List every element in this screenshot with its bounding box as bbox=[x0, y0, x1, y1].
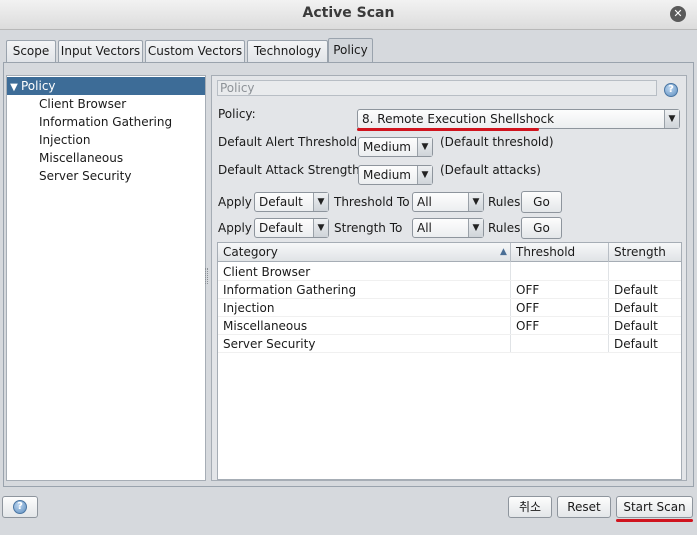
chevron-down-icon: ▼ bbox=[313, 219, 328, 237]
attack-strength-select[interactable]: Medium ▼ bbox=[358, 165, 433, 185]
go-strength-button[interactable]: Go bbox=[521, 217, 562, 239]
tree-item-client-browser[interactable]: Client Browser bbox=[7, 95, 205, 113]
rules-label: Rules bbox=[488, 195, 521, 209]
sort-ascending-icon: ▲ bbox=[500, 247, 507, 257]
title-bar: Active Scan ✕ bbox=[0, 0, 697, 30]
tree-item-label: Policy bbox=[21, 79, 56, 93]
chevron-down-icon: ▼ bbox=[417, 166, 432, 184]
alert-threshold-value: Medium bbox=[363, 140, 411, 154]
tab-scope[interactable]: Scope bbox=[6, 40, 56, 62]
start-scan-underline-mark bbox=[616, 519, 693, 522]
policy-label: Policy: bbox=[218, 107, 256, 121]
attack-strength-note: (Default attacks) bbox=[440, 163, 541, 177]
rules-label: Rules bbox=[488, 221, 521, 235]
reset-button[interactable]: Reset bbox=[557, 496, 611, 518]
cell-strength[interactable]: Default bbox=[609, 317, 658, 335]
strength-to-label: Strength To bbox=[334, 221, 403, 235]
cell-strength[interactable]: Default bbox=[609, 281, 658, 299]
tab-technology[interactable]: Technology bbox=[247, 40, 328, 62]
tree-item-policy[interactable]: ▼ Policy bbox=[7, 77, 205, 95]
tab-input-vectors[interactable]: Input Vectors bbox=[58, 40, 143, 62]
table-row[interactable]: Client Browser bbox=[218, 263, 681, 281]
table-row[interactable]: Miscellaneous OFF Default bbox=[218, 317, 681, 335]
policy-select[interactable]: 8. Remote Execution Shellshock ▼ bbox=[357, 109, 680, 129]
table-header: Category ▲ Threshold Strength bbox=[218, 243, 681, 262]
cancel-button[interactable]: 취소 bbox=[508, 496, 552, 518]
alert-threshold-label: Default Alert Threshold: bbox=[218, 135, 362, 149]
alert-threshold-select[interactable]: Medium ▼ bbox=[358, 137, 433, 157]
threshold-target-select[interactable]: All ▼ bbox=[412, 192, 484, 212]
help-icon[interactable]: ? bbox=[664, 83, 678, 97]
apply-threshold-value: Default bbox=[259, 195, 303, 209]
cell-category: Client Browser bbox=[223, 265, 311, 279]
cell-threshold[interactable]: OFF bbox=[511, 317, 539, 335]
table-row[interactable]: Injection OFF Default bbox=[218, 299, 681, 317]
cell-strength[interactable] bbox=[609, 263, 614, 281]
attack-strength-value: Medium bbox=[363, 168, 411, 182]
start-scan-button[interactable]: Start Scan bbox=[616, 496, 693, 518]
tree-item-server-security[interactable]: Server Security bbox=[7, 167, 205, 185]
strength-target-value: All bbox=[417, 221, 432, 235]
apply-label: Apply bbox=[218, 195, 252, 209]
chevron-down-icon: ▼ bbox=[664, 110, 679, 128]
close-icon[interactable]: ✕ bbox=[670, 6, 686, 22]
threshold-target-value: All bbox=[417, 195, 432, 209]
cell-category: Injection bbox=[223, 301, 275, 315]
panel-header: Policy bbox=[217, 80, 657, 96]
chevron-down-icon: ▼ bbox=[468, 193, 483, 211]
apply-label: Apply bbox=[218, 221, 252, 235]
column-header-threshold[interactable]: Threshold bbox=[511, 243, 609, 262]
column-header-strength[interactable]: Strength bbox=[609, 243, 681, 262]
attack-strength-label: Default Attack Strength: bbox=[218, 163, 364, 177]
cell-strength[interactable]: Default bbox=[609, 335, 658, 353]
threshold-to-label: Threshold To bbox=[334, 195, 410, 209]
go-threshold-button[interactable]: Go bbox=[521, 191, 562, 213]
tree-item-miscellaneous[interactable]: Miscellaneous bbox=[7, 149, 205, 167]
window-title: Active Scan bbox=[302, 5, 395, 21]
chevron-down-icon: ▼ bbox=[468, 219, 483, 237]
cell-threshold[interactable]: OFF bbox=[511, 281, 539, 299]
apply-strength-select[interactable]: Default ▼ bbox=[254, 218, 329, 238]
policy-underline-mark bbox=[357, 128, 539, 131]
chevron-down-icon: ▼ bbox=[417, 138, 432, 156]
cell-threshold[interactable]: OFF bbox=[511, 299, 539, 317]
cell-threshold[interactable] bbox=[511, 263, 516, 281]
alert-threshold-note: (Default threshold) bbox=[440, 135, 554, 149]
category-table: Category ▲ Threshold Strength Client Bro… bbox=[217, 242, 682, 480]
tab-policy[interactable]: Policy bbox=[328, 38, 373, 62]
tab-custom-vectors[interactable]: Custom Vectors bbox=[145, 40, 245, 62]
help-icon: ? bbox=[13, 500, 27, 514]
table-row[interactable]: Information Gathering OFF Default bbox=[218, 281, 681, 299]
apply-strength-value: Default bbox=[259, 221, 303, 235]
table-row[interactable]: Server Security Default bbox=[218, 335, 681, 353]
policy-tree: ▼ Policy Client Browser Information Gathe… bbox=[6, 75, 206, 481]
cell-category: Miscellaneous bbox=[223, 319, 308, 333]
cell-category: Information Gathering bbox=[223, 283, 357, 297]
cell-strength[interactable]: Default bbox=[609, 299, 658, 317]
chevron-down-icon: ▼ bbox=[313, 193, 328, 211]
apply-threshold-select[interactable]: Default ▼ bbox=[254, 192, 329, 212]
cell-threshold[interactable] bbox=[511, 335, 516, 353]
tree-item-injection[interactable]: Injection bbox=[7, 131, 205, 149]
policy-select-value: 8. Remote Execution Shellshock bbox=[362, 112, 555, 126]
help-button[interactable]: ? bbox=[2, 496, 38, 518]
column-header-category[interactable]: Category bbox=[218, 243, 511, 262]
strength-target-select[interactable]: All ▼ bbox=[412, 218, 484, 238]
split-pane-handle[interactable] bbox=[205, 268, 208, 284]
cell-category: Server Security bbox=[223, 337, 316, 351]
tree-item-information-gathering[interactable]: Information Gathering bbox=[7, 113, 205, 131]
